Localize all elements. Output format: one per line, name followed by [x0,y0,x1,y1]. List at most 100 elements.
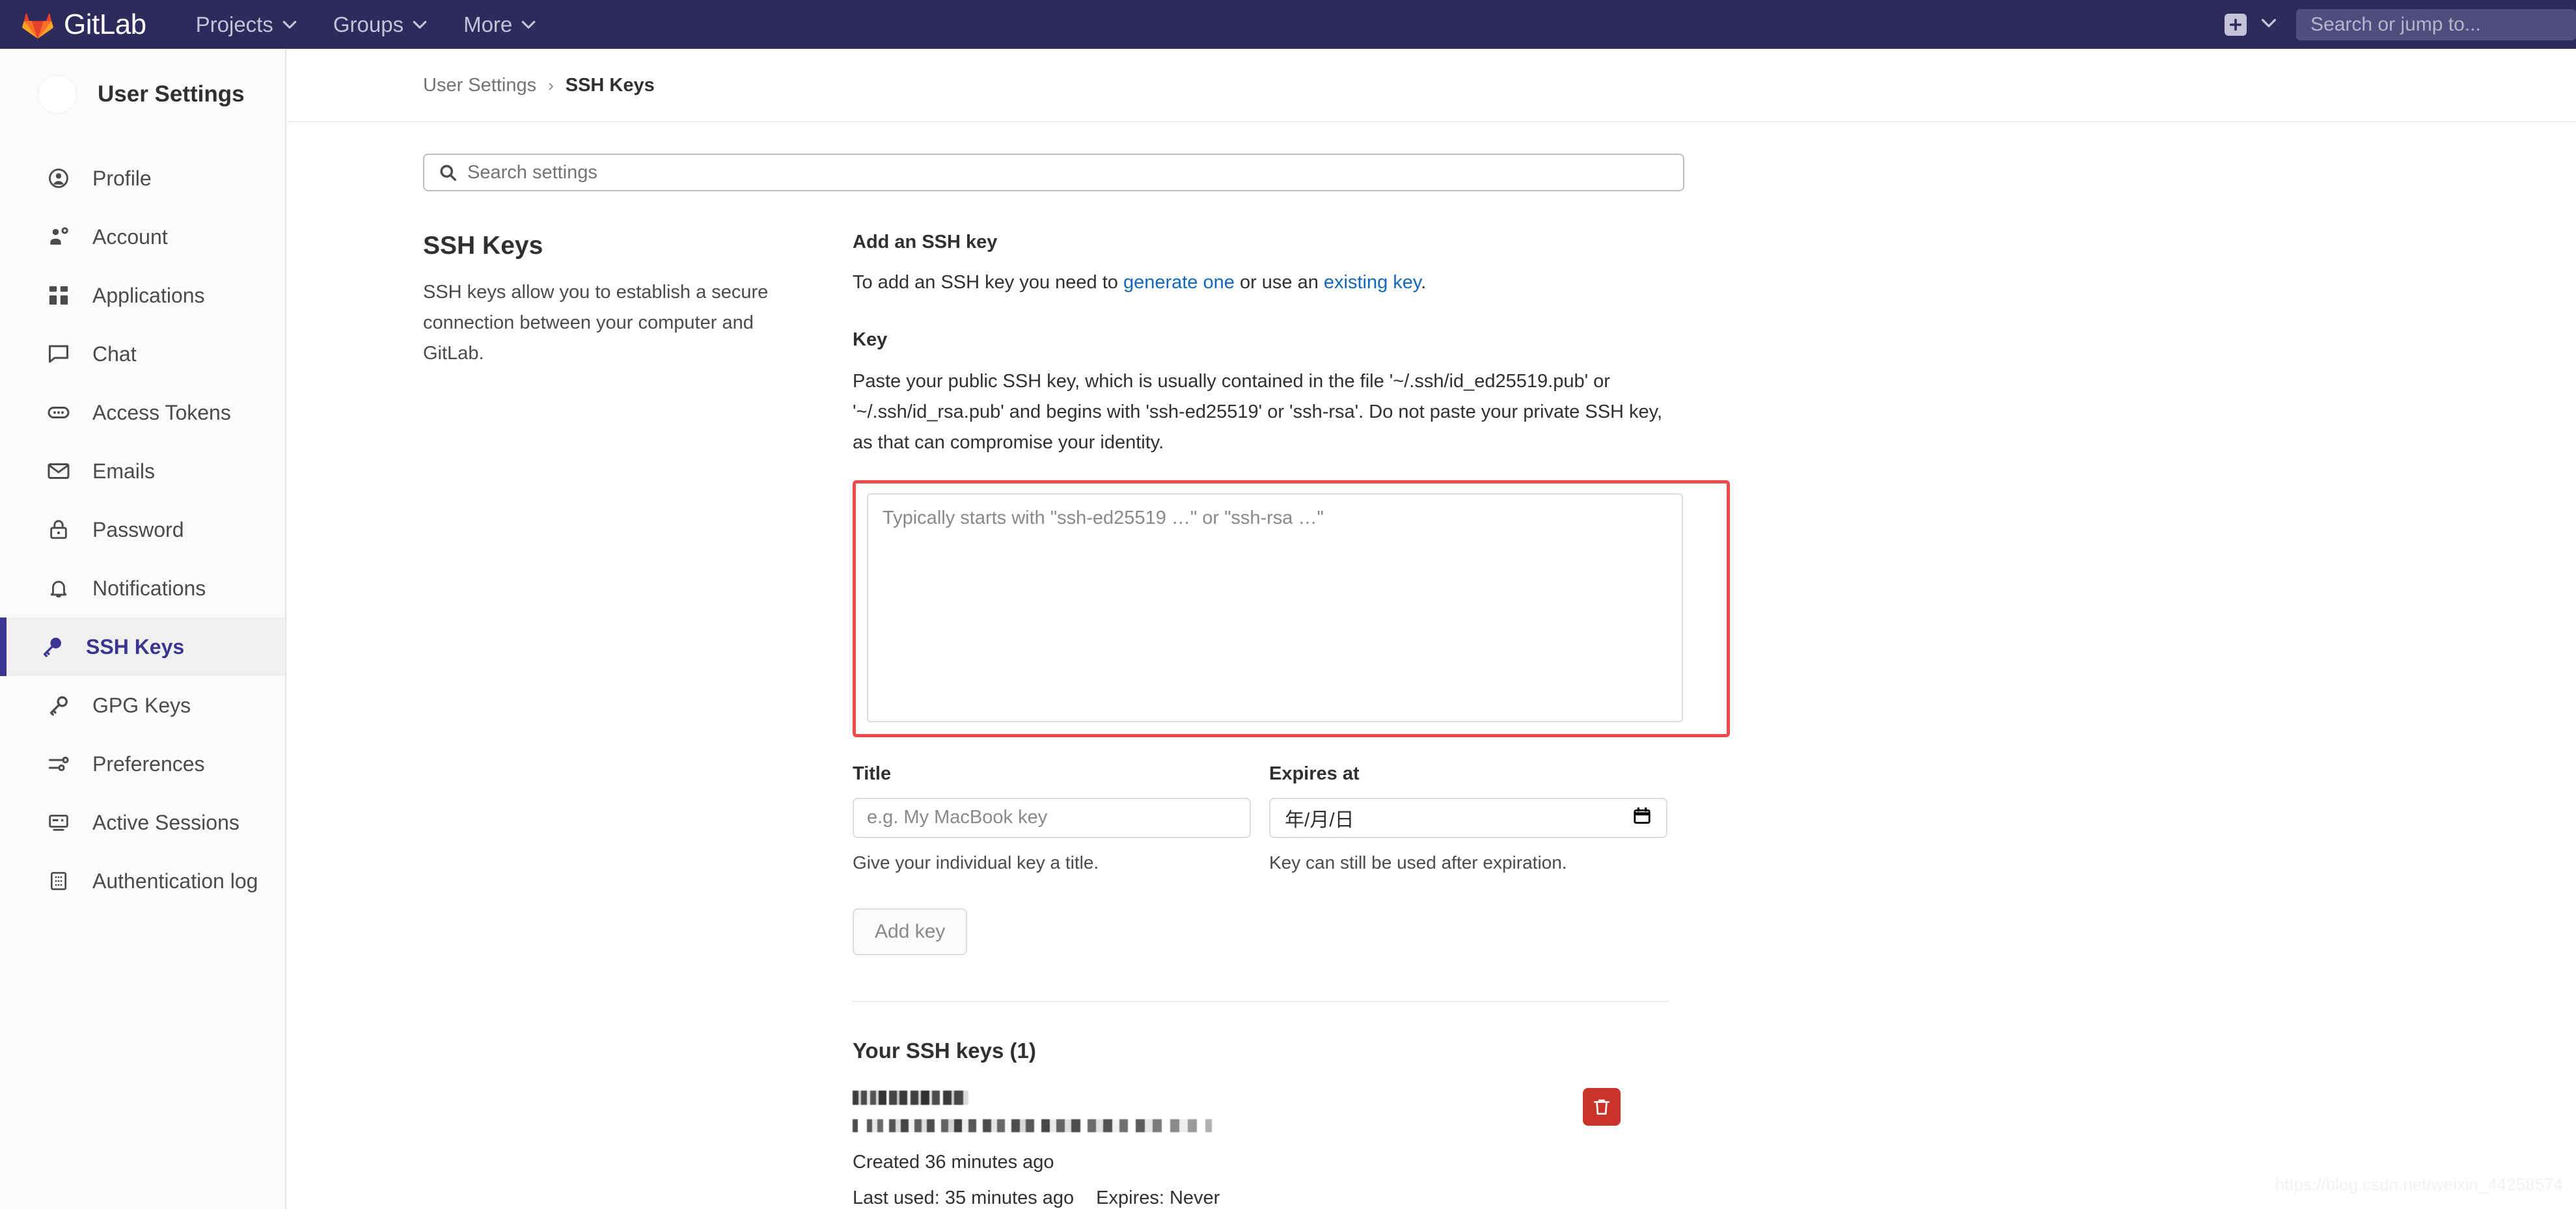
title-input[interactable] [853,797,1251,838]
sidebar-item-authentication-log[interactable]: Authentication log [0,852,285,910]
user-circle-icon [44,164,73,193]
sidebar-item-applications[interactable]: Applications [0,266,285,325]
breadcrumb-current: SSH Keys [565,75,655,96]
global-search-input[interactable]: Search or jump to... [2296,8,2576,40]
plus-square-icon [2227,16,2244,33]
expires-field-label: Expires at [1269,763,1360,784]
new-item-chevron-down-icon[interactable] [2261,18,2277,31]
nav-item-more-label: More [463,12,513,36]
search-settings-placeholder: Search settings [467,161,597,183]
delete-ssh-key-button[interactable] [1583,1087,1621,1126]
sidebar-item-access-tokens[interactable]: Access Tokens [0,383,285,442]
keys-section-divider [853,1000,1669,1002]
gitlab-brand-text: GitLab [64,8,146,40]
sidebar-header: User Settings [0,49,285,140]
add-key-button[interactable]: Add key [853,908,968,955]
key-field-label: Key [853,329,888,350]
gitlab-logo-link[interactable]: GitLab [21,8,146,41]
breadcrumb: User Settings › SSH Keys [288,49,2576,96]
key-field-description: Paste your public SSH key, which is usua… [853,370,1663,453]
sidebar-item-gpg-keys[interactable]: GPG Keys [0,676,285,735]
new-item-button[interactable] [2225,13,2247,36]
sidebar-item-gpg-keys-label: GPG Keys [92,693,191,717]
avatar [38,75,77,114]
ssh-key-fingerprint-redacted [853,1119,1212,1132]
expires-field-group: Expires at 年/月/日 Key can still be used a… [1269,763,1686,873]
sidebar-item-chat[interactable]: Chat [0,325,285,383]
key-icon [44,691,73,720]
ssh-key-usage-meta: Last used: 35 minutes ago Expires: Never [853,1188,1220,1209]
envelope-icon [44,457,73,485]
log-grid-icon [44,867,73,895]
monitor-icon [44,808,73,837]
add-key-intro-middle: or use an [1234,272,1324,293]
title-field-label: Title [853,763,892,784]
breadcrumb-separator-icon: › [548,75,554,95]
ssh-key-created: Created 36 minutes ago [853,1151,1054,1173]
breadcrumb-parent-link[interactable]: User Settings [423,75,536,96]
ssh-key-textarea[interactable] [867,493,1683,722]
title-field-help: Give your individual key a title. [853,852,1099,873]
user-settings-sidebar: User Settings Profile Account Applicatio… [0,49,286,1209]
ssh-key-details: Created 36 minutes ago Last used: 35 min… [853,1088,1220,1209]
key-textarea-wrapper [853,480,1730,737]
sidebar-item-password[interactable]: Password [0,500,285,559]
sidebar-item-ssh-keys-label: SSH Keys [86,634,185,659]
applications-grid-icon [44,281,73,310]
expires-date-placeholder: 年/月/日 [1285,809,1354,831]
sidebar-item-notifications-label: Notifications [92,576,206,600]
add-key-intro: To add an SSH key you need to generate o… [853,267,1686,298]
sidebar-item-account[interactable]: Account [0,208,285,266]
expires-field-help: Key can still be used after expiration. [1269,852,1567,873]
sidebar-item-emails[interactable]: Emails [0,442,285,500]
page-title: SSH Keys [423,232,543,260]
navbar-right-group: Search or jump to... [2225,0,2576,49]
sidebar-item-authentication-log-label: Authentication log [92,869,258,893]
main-content: User Settings › SSH Keys Search settings… [288,49,2576,1209]
chevron-down-icon [413,20,427,29]
nav-item-groups-label: Groups [333,12,404,36]
settings-columns: SSH Keys SSH keys allow you to establish… [288,232,2576,1209]
sidebar-item-chat-label: Chat [92,342,137,366]
nav-item-groups[interactable]: Groups [331,6,430,44]
sidebar-item-preferences-label: Preferences [92,752,205,776]
title-expires-row: Title Give your individual key a title. … [853,763,1686,873]
sidebar-item-applications-label: Applications [92,283,205,307]
generate-one-link[interactable]: generate one [1123,272,1235,293]
sidebar-item-account-label: Account [92,224,168,249]
title-field-group: Title Give your individual key a title. [853,763,1269,873]
top-navbar: GitLab Projects Groups More Search or ju… [0,0,2576,49]
add-key-intro-prefix: To add an SSH key you need to [853,272,1123,293]
section-description-column: SSH Keys SSH keys allow you to establish… [423,232,853,1209]
existing-key-link[interactable]: existing key [1324,272,1421,293]
ssh-key-last-used: Last used: 35 minutes ago [853,1187,1075,1208]
nav-item-projects-label: Projects [195,12,273,36]
nav-item-more[interactable]: More [461,6,538,44]
nav-item-projects[interactable]: Projects [193,6,299,44]
expires-date-input[interactable]: 年/月/日 [1269,797,1667,838]
sidebar-item-preferences[interactable]: Preferences [0,735,285,793]
sidebar-item-access-tokens-label: Access Tokens [92,400,231,424]
add-key-heading: Add an SSH key [853,232,998,252]
calendar-icon[interactable] [1632,806,1652,829]
user-gear-icon [44,223,73,251]
your-ssh-keys-heading: Your SSH keys (1) [853,1038,1036,1063]
trash-icon [1591,1096,1612,1117]
ssh-key-title-redacted [853,1090,968,1105]
key-icon [38,632,66,661]
breadcrumb-divider [288,121,2576,122]
chat-bubble-icon [44,340,73,368]
page-description: SSH keys allow you to establish a secure… [423,282,769,364]
sidebar-item-active-sessions[interactable]: Active Sessions [0,793,285,852]
search-icon [439,163,457,182]
chevron-down-icon [521,20,536,29]
sidebar-item-profile[interactable]: Profile [0,149,285,208]
primary-nav: Projects Groups More [193,6,570,44]
gitlab-tanuki-logo-icon [21,9,55,40]
sidebar-item-notifications[interactable]: Notifications [0,559,285,618]
add-key-intro-suffix: . [1421,272,1427,293]
sidebar-item-ssh-keys[interactable]: SSH Keys [0,618,285,676]
ssh-key-expires: Expires: Never [1096,1187,1220,1208]
search-settings-input[interactable]: Search settings [423,154,1684,191]
chevron-down-icon [282,20,297,29]
